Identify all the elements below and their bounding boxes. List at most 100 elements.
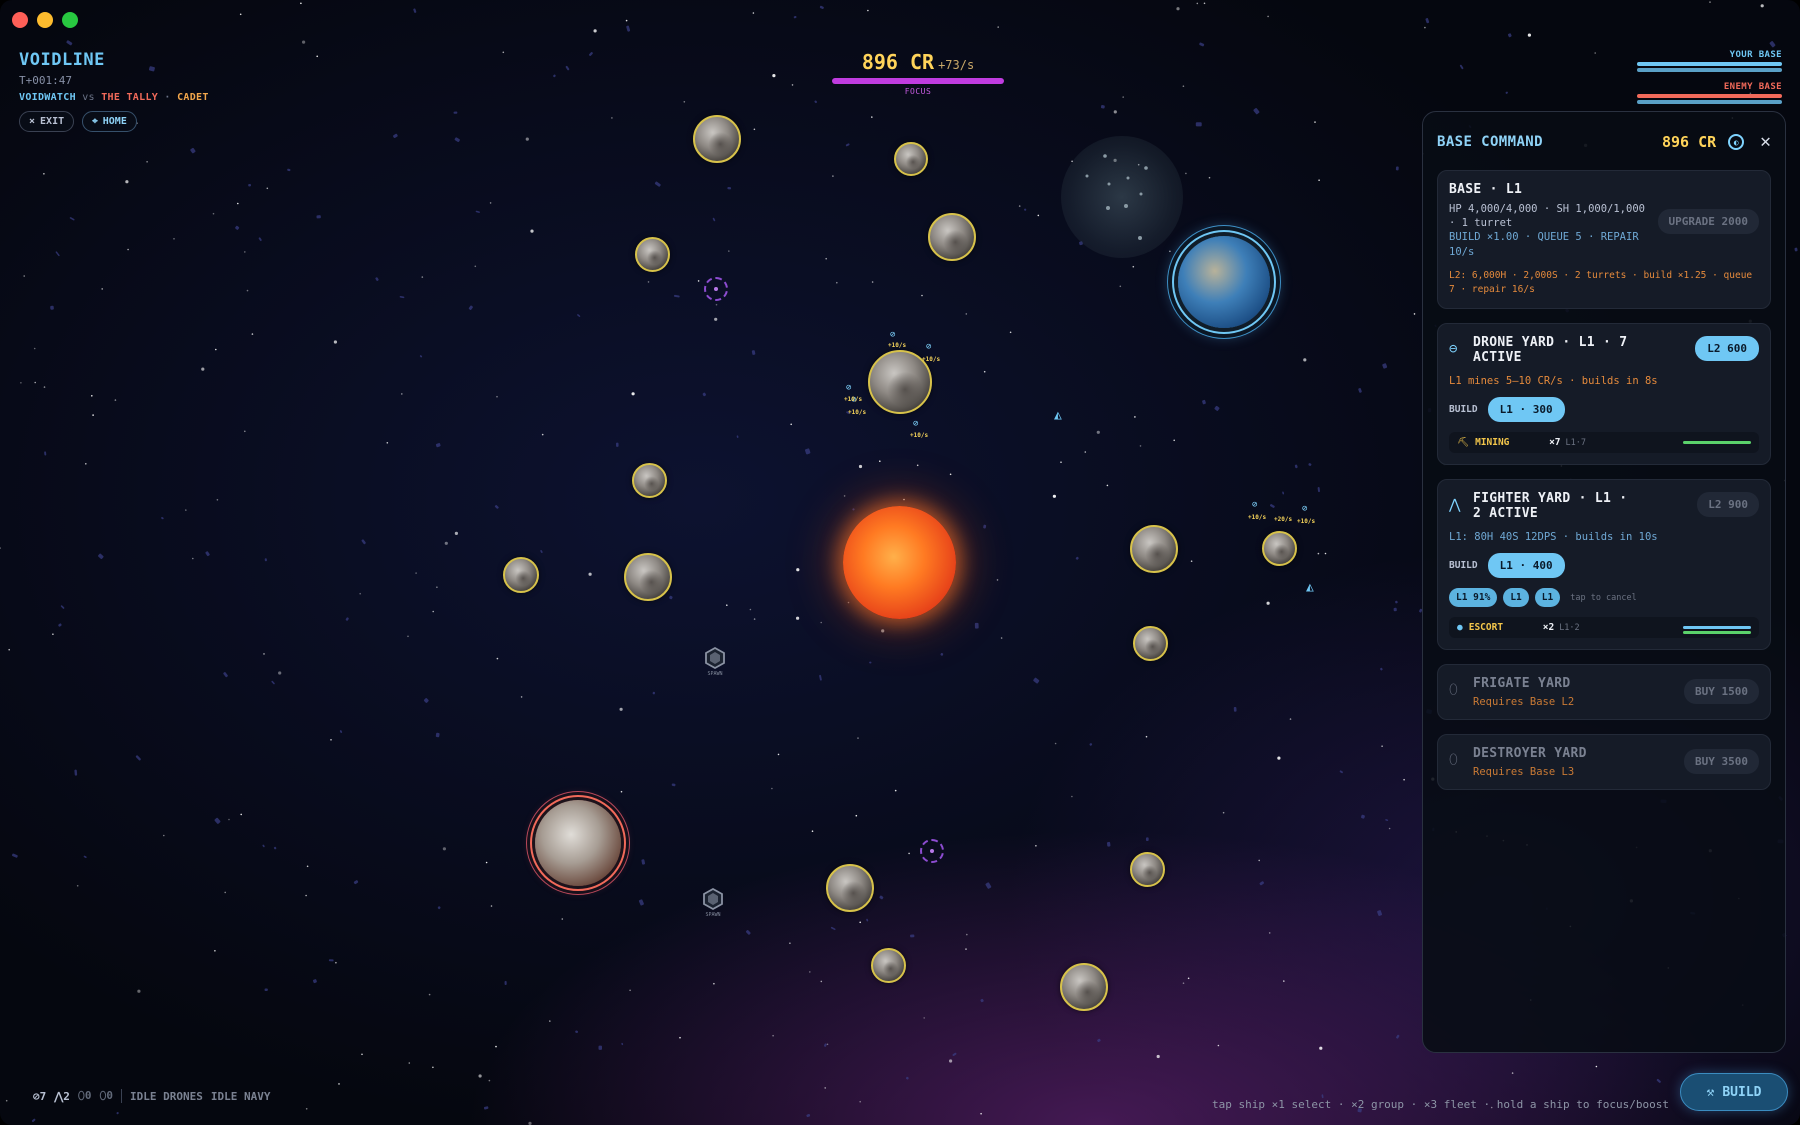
drone-yard-desc: L1 mines 5–10 CR/s · builds in 8s (1449, 375, 1658, 388)
fighter-ship-icon[interactable]: ◭ (1054, 408, 1062, 423)
player-faction: VOIDWATCH (19, 92, 76, 103)
fleet-summary: ⊘7 ⋀2 ⬯0 ⬯0 IDLE DRONES IDLE NAVY (33, 1089, 270, 1103)
idle-navy-button[interactable]: IDLE NAVY (211, 1090, 271, 1103)
zoom-window-button[interactable] (62, 12, 78, 28)
asteroid[interactable] (1130, 525, 1178, 573)
frigate-icon: ⬯ (1449, 682, 1458, 699)
task-count: ×7 (1549, 437, 1561, 449)
destroyer-icon: ⬯ (1449, 752, 1458, 769)
build-drone-button[interactable]: L1 · 300 (1487, 397, 1565, 423)
hex-beacon-icon[interactable] (703, 646, 727, 670)
asteroid[interactable] (1130, 852, 1165, 887)
asteroid-mined[interactable] (1262, 531, 1297, 566)
fighter-count[interactable]: ⋀2 (54, 1090, 70, 1103)
controls-hint: tap ship ×1 select · ×2 group · ×3 fleet… (1212, 1098, 1669, 1111)
destroyer-yard-title: DESTROYER YARD (1473, 746, 1587, 762)
spawn-ring (920, 839, 944, 863)
hex-beacon-icon[interactable] (701, 887, 725, 911)
minimize-window-button[interactable] (37, 12, 53, 28)
mining-drone-icon[interactable]: ⊘ (890, 330, 895, 340)
asteroid[interactable] (1060, 963, 1108, 1011)
close-window-button[interactable] (12, 12, 28, 28)
divider (121, 1089, 122, 1103)
player-home-planet[interactable] (1178, 236, 1270, 328)
drone-task-row[interactable]: ⛏ MINING ×7 L1·7 (1449, 432, 1759, 454)
fighter-yard-card: ⋀ FIGHTER YARD · L1 · 2 ACTIVE L2 900 L1… (1437, 479, 1771, 651)
buy-destroyer-yard-button[interactable]: BUY 3500 (1684, 749, 1759, 775)
asteroid[interactable] (928, 213, 976, 261)
frigate-yard-title: FRIGATE YARD (1473, 676, 1571, 692)
queue-item[interactable]: L1 (1503, 588, 1529, 608)
mining-yield-label: +10/s (910, 432, 929, 439)
game-title: VOIDLINE (19, 50, 105, 70)
mining-drone-icon[interactable]: ⊘ (846, 383, 851, 393)
enemy-base-shield-bar (1637, 100, 1782, 104)
queue-item[interactable]: L1 91% (1449, 588, 1498, 608)
mining-drone-icon[interactable]: ⊘ (913, 419, 918, 429)
panel-title: BASE COMMAND (1437, 134, 1543, 150)
drone-count[interactable]: ⊘7 (33, 1090, 46, 1103)
game-window: SPAWN SPAWN ⊘ ⊘ ⊘ ⊘ ⊘ +10/s +10/s +10/s … (0, 0, 1800, 1125)
asteroid[interactable] (635, 237, 670, 272)
idle-drones-button[interactable]: IDLE DRONES (130, 1090, 203, 1103)
separator: · (164, 92, 171, 103)
frigate-count-value: 0 (84, 1089, 92, 1102)
fighter-yard-upgrade-button[interactable]: L2 900 (1697, 492, 1759, 518)
hex-beacon-label: SPAWN (707, 671, 723, 677)
focus-label: FOCUS (904, 87, 932, 96)
base-build-stats: BUILD ×1.00 · QUEUE 5 · REPAIR 10/s (1449, 231, 1639, 258)
enemy-home-planet[interactable] (535, 800, 621, 886)
crosshair-icon: ⌖ (92, 116, 98, 127)
mining-drone-icon[interactable]: ⊘ (1302, 504, 1307, 514)
task-name: MINING (1475, 437, 1510, 449)
credits-display: 896 CR +73/s FOCUS (832, 50, 1004, 96)
globe-icon[interactable]: ◐ (1728, 134, 1745, 150)
hex-beacon-label: SPAWN (705, 912, 721, 918)
asteroid[interactable] (871, 948, 906, 983)
fighter-ship-icon[interactable]: ◭ (1306, 580, 1314, 595)
destroyer-requirement: Requires Base L3 (1473, 766, 1575, 779)
match-timer: T+001:47 (19, 74, 72, 87)
fighter-icon: ⋀ (54, 1089, 64, 1103)
buy-frigate-yard-button[interactable]: BUY 1500 (1684, 679, 1759, 705)
asteroid[interactable] (632, 463, 667, 498)
mining-drone-icon[interactable]: ⊘ (926, 342, 931, 352)
drone-count-value: 7 (39, 1089, 47, 1103)
build-button[interactable]: ⚒ BUILD (1680, 1073, 1788, 1111)
close-icon: × (29, 116, 36, 127)
task-level: L1·7 (1565, 437, 1586, 448)
escort-dot-icon: ● (1457, 622, 1463, 634)
your-base-bar (1637, 62, 1782, 66)
home-button[interactable]: ⌖ HOME (82, 111, 137, 132)
asteroid[interactable] (894, 142, 928, 176)
fighter-task-row[interactable]: ● ESCORT ×2 L1·2 (1449, 617, 1759, 639)
home-button-label: HOME (102, 116, 127, 127)
fighter-yard-title: FIGHTER YARD · L1 · 2 ACTIVE (1473, 491, 1628, 522)
asteroid[interactable] (826, 864, 874, 912)
frigate-yard-card: ⬯ FRIGATE YARD Requires Base L2 BUY 1500 (1437, 664, 1771, 721)
mining-drone-icon[interactable]: ⊘ (1252, 500, 1257, 510)
task-progress-bar (1683, 441, 1751, 445)
fighter-count-value: 2 (63, 1089, 70, 1103)
destroyer-yard-card: ⬯ DESTROYER YARD Requires Base L3 BUY 35… (1437, 734, 1771, 791)
build-button-label: BUILD (1722, 1084, 1762, 1100)
asteroid[interactable] (693, 115, 741, 163)
frigate-count[interactable]: ⬯0 (78, 1089, 92, 1103)
versus-label: vs (82, 92, 95, 103)
exit-button[interactable]: × EXIT (19, 111, 75, 132)
mining-yield-label: +10/s (888, 342, 907, 349)
base-command-panel: BASE COMMAND 896 CR ◐ ✕ BASE · L1 HP 4,0… (1422, 111, 1786, 1053)
drone-yard-upgrade-button[interactable]: L2 600 (1695, 336, 1759, 362)
build-fighter-button[interactable]: L1 · 400 (1487, 553, 1565, 579)
queue-item[interactable]: L1 (1534, 588, 1561, 608)
destroyer-count[interactable]: ⬯0 (99, 1089, 113, 1103)
frigate-icon: ⬯ (77, 1089, 85, 1102)
asteroid[interactable] (1133, 626, 1168, 661)
close-panel-button[interactable]: ✕ (1760, 133, 1771, 151)
enemy-base-bar (1637, 94, 1782, 98)
panel-credits: 896 CR (1661, 133, 1717, 151)
asteroid[interactable] (624, 553, 672, 601)
base-health: YOUR BASE ENEMY BASE (1637, 50, 1782, 104)
upgrade-base-button[interactable]: UPGRADE 2000 (1657, 209, 1759, 234)
asteroid[interactable] (503, 557, 539, 593)
